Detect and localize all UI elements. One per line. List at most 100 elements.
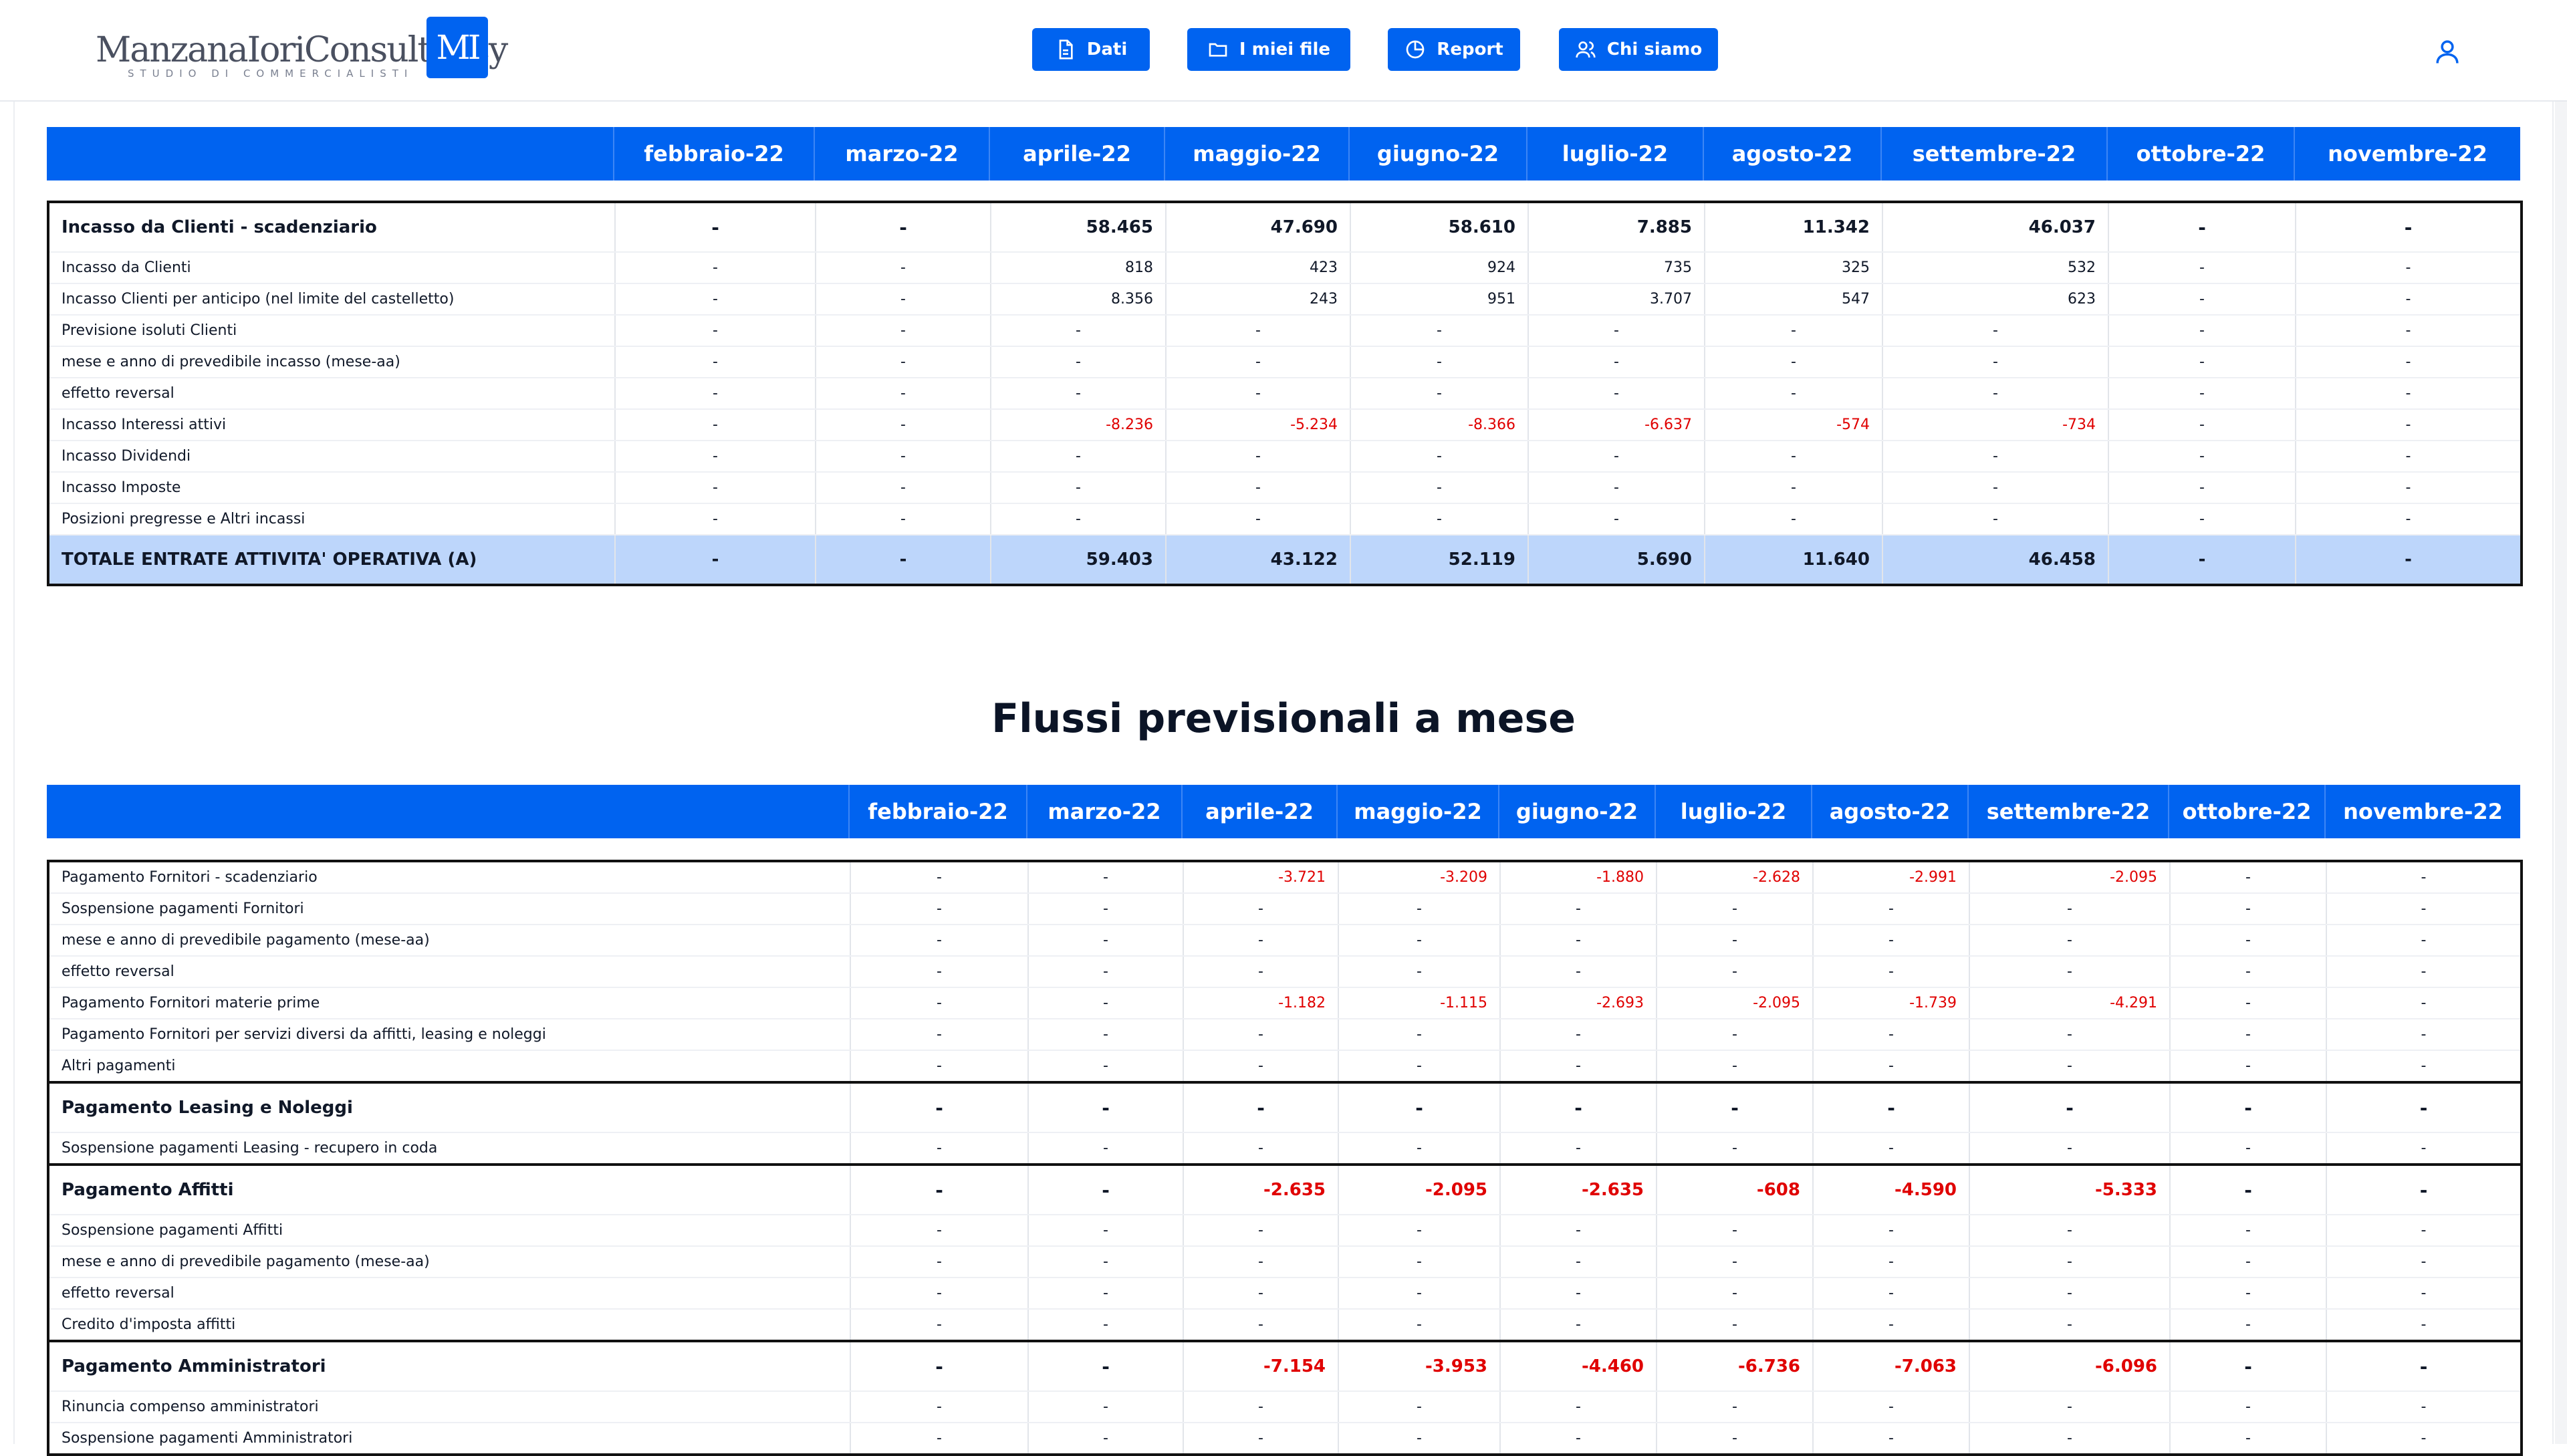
value-cell: - — [614, 535, 816, 586]
value-cell: - — [2326, 1340, 2522, 1392]
value-cell: - — [1027, 1278, 1183, 1310]
value-cell: -6.096 — [1969, 1340, 2170, 1392]
value-cell: - — [850, 1246, 1028, 1278]
value-cell: - — [2169, 861, 2326, 894]
value-cell: -2.991 — [1812, 861, 1969, 894]
value-cell: - — [2326, 1423, 2522, 1455]
table-row: Pagamento Fornitori - scadenziario - - -3.7… — [48, 861, 2522, 894]
value-cell: - — [850, 1423, 1028, 1455]
value-cell: -6.736 — [1656, 1340, 1813, 1392]
value-cell: - — [1027, 1423, 1183, 1455]
nav-button-chi-siamo[interactable]: Chi siamo — [1559, 28, 1718, 71]
value-cell: - — [1882, 503, 2108, 535]
value-cell: - — [2326, 987, 2522, 1019]
table-row: effetto reversal - - - - - - - - - - — [48, 1278, 2522, 1310]
table-row: Credito d'imposta affitti - - - - - - - - - - — [48, 1309, 2522, 1342]
value-cell: - — [2169, 1163, 2326, 1215]
value-cell: - — [850, 1391, 1028, 1423]
value-cell: - — [850, 1163, 1028, 1215]
top-navigation-bar: ManzanaIoriConsultancy STUDIO DI COMMERC… — [0, 0, 2567, 102]
value-cell: - — [1183, 1215, 1338, 1247]
value-cell: - — [1338, 1215, 1500, 1247]
value-cell: - — [1527, 346, 1705, 378]
value-cell: - — [1969, 1081, 2170, 1133]
value-cell: -7.063 — [1812, 1340, 1969, 1392]
table-row: Pagamento Affitti - - -2.635 -2.095 -2.635 -60… — [48, 1163, 2522, 1215]
value-cell: - — [2108, 503, 2296, 535]
value-cell: - — [2108, 283, 2296, 316]
row-label: effetto reversal — [48, 1278, 850, 1310]
value-cell: - — [2326, 1163, 2522, 1215]
value-cell: - — [850, 1340, 1028, 1392]
value-cell: - — [1183, 956, 1338, 988]
value-cell: - — [815, 535, 991, 586]
table-row: mese e anno di prevedibile pagamento (me… — [48, 925, 2522, 957]
nav-button-dati[interactable]: Dati — [1032, 28, 1150, 71]
value-cell: - — [1656, 956, 1813, 988]
header-blank-cell — [47, 127, 614, 180]
value-cell: - — [815, 346, 991, 378]
value-cell: - — [2326, 861, 2522, 894]
nav-button-label: Chi siamo — [1606, 39, 1703, 59]
value-cell: 623 — [1882, 283, 2108, 316]
value-cell: -1.739 — [1812, 987, 1969, 1019]
value-cell: - — [614, 441, 816, 473]
row-label: effetto reversal — [48, 378, 615, 410]
value-cell: - — [1656, 1132, 1813, 1165]
value-cell: - — [1656, 1019, 1813, 1051]
value-cell: - — [1350, 378, 1528, 410]
value-cell: - — [850, 1215, 1028, 1247]
value-cell: - — [1338, 1278, 1500, 1310]
value-cell: - — [815, 472, 991, 504]
value-cell: - — [1499, 956, 1657, 988]
value-cell: - — [1499, 1081, 1657, 1133]
value-cell: - — [850, 1132, 1028, 1165]
value-cell: - — [1338, 1391, 1500, 1423]
value-cell: - — [1027, 1132, 1183, 1165]
value-cell: - — [990, 346, 1166, 378]
value-cell: - — [1969, 893, 2170, 925]
value-cell: - — [1812, 1215, 1969, 1247]
value-cell: 46.037 — [1882, 202, 2108, 253]
value-cell: 3.707 — [1527, 283, 1705, 316]
table-row: Sospensione pagamenti Amministratori - - - -… — [48, 1423, 2522, 1455]
value-cell: - — [1812, 1050, 1969, 1083]
value-cell: - — [1338, 925, 1500, 957]
value-cell: - — [990, 441, 1166, 473]
value-cell: - — [1527, 472, 1705, 504]
value-cell: - — [1969, 1309, 2170, 1342]
table-row: Incasso Clienti per anticipo (nel limite… — [48, 283, 2522, 316]
value-cell: - — [1656, 925, 1813, 957]
value-cell: - — [1499, 1246, 1657, 1278]
vertical-scrollbar[interactable] — [2555, 102, 2567, 1444]
value-cell: -2.635 — [1183, 1163, 1338, 1215]
company-logo[interactable]: ManzanaIoriConsultancy STUDIO DI COMMERC… — [96, 17, 508, 80]
value-cell: - — [815, 409, 991, 441]
month-header: febbraio-22 — [848, 785, 1027, 838]
nav-button-i-miei-file[interactable]: I miei file — [1187, 28, 1350, 71]
value-cell: - — [1969, 1278, 2170, 1310]
value-cell: 547 — [1704, 283, 1882, 316]
value-cell: -8.236 — [990, 409, 1166, 441]
value-cell: - — [1969, 1423, 2170, 1455]
value-cell: 58.465 — [990, 202, 1166, 253]
value-cell: - — [1656, 1278, 1813, 1310]
value-cell: 8.356 — [990, 283, 1166, 316]
value-cell: - — [1656, 1050, 1813, 1083]
total-row: TOTALE ENTRATE ATTIVITA' OPERATIVA (A) - -… — [48, 535, 2522, 586]
value-cell: - — [614, 346, 816, 378]
nav-button-report[interactable]: Report — [1388, 28, 1520, 71]
value-cell: - — [850, 925, 1028, 957]
value-cell: - — [2326, 1391, 2522, 1423]
table-row: Incasso Interessi attivi - - -8.236 -5.234 -8… — [48, 409, 2522, 441]
value-cell: - — [1882, 346, 2108, 378]
value-cell: - — [990, 378, 1166, 410]
value-cell: - — [2169, 1215, 2326, 1247]
value-cell: - — [1882, 315, 2108, 347]
value-cell: -7.154 — [1183, 1340, 1338, 1392]
user-icon[interactable] — [2433, 37, 2461, 66]
value-cell: - — [1969, 1132, 2170, 1165]
value-cell: - — [1812, 1246, 1969, 1278]
value-cell: - — [2326, 956, 2522, 988]
value-cell: - — [1882, 378, 2108, 410]
